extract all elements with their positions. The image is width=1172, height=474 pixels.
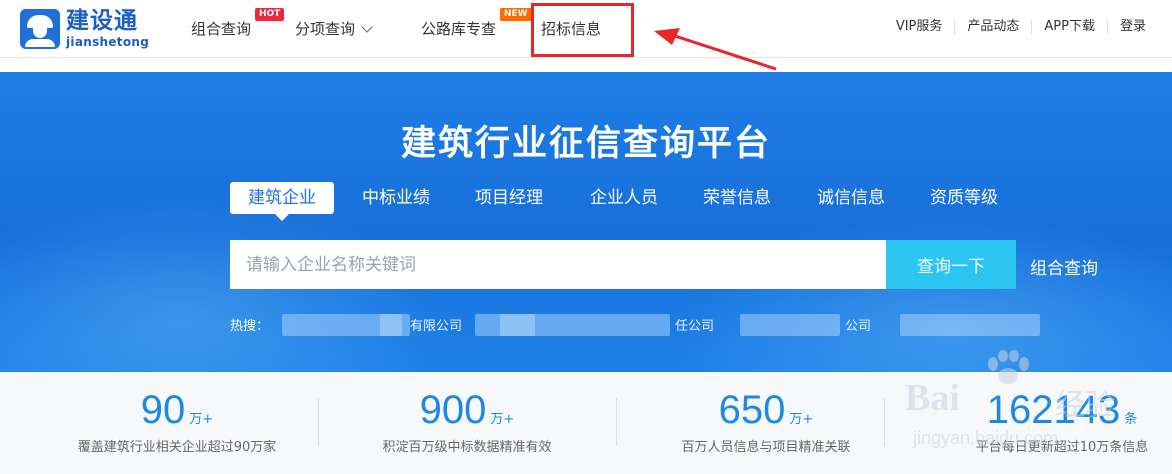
search-bar: 查询一下 xyxy=(230,240,1016,289)
stat-number: 90 xyxy=(140,388,186,432)
blurred-text xyxy=(500,314,670,336)
divider xyxy=(616,398,617,446)
site-logo[interactable]: 建设通 jianshetong xyxy=(20,8,149,50)
watermark-url: jingyan.baidu.com xyxy=(913,428,1059,448)
logo-cn-text: 建设通 xyxy=(66,8,138,34)
nav-app-download[interactable]: APP下载 xyxy=(1031,20,1107,34)
stat-unit: 万+ xyxy=(789,412,814,427)
right-nav: VIP服务 产品动态 APP下载 登录 xyxy=(884,20,1158,34)
stat-people: 650 万+ 百万人员信息与项目精准关联 xyxy=(651,390,881,455)
divider xyxy=(884,398,885,446)
worker-helmet-icon xyxy=(20,9,60,49)
hot-search-item[interactable]: 公司 xyxy=(845,315,871,334)
stat-number: 900 xyxy=(419,388,487,432)
stat-bids: 900 万+ 积淀百万级中标数据精准有效 xyxy=(352,390,582,455)
top-nav-bar: 建设通 jianshetong 组合查询 HOT 分项查询 公路库专查 NEW … xyxy=(0,0,1172,71)
tab-construction-company[interactable]: 建筑企业 xyxy=(230,182,334,221)
hero-title: 建筑行业征信查询平台 xyxy=(400,124,771,164)
nav-login[interactable]: 登录 xyxy=(1106,20,1158,34)
tab-project-manager[interactable]: 项目经理 xyxy=(475,182,543,214)
search-button[interactable]: 查询一下 xyxy=(886,240,1016,289)
baidu-watermark: Bai 经验 jingyan.baidu.com xyxy=(905,340,1165,470)
divider xyxy=(318,398,319,446)
tab-company-staff[interactable]: 企业人员 xyxy=(590,182,658,214)
annotation-arrow-icon xyxy=(654,28,777,71)
new-badge: NEW xyxy=(500,8,532,21)
nav-sub-query[interactable]: 分项查询 xyxy=(295,18,373,39)
nav-combo-query[interactable]: 组合查询 xyxy=(191,18,251,39)
hot-search-label: 热搜： xyxy=(230,319,270,334)
stat-unit: 万+ xyxy=(189,412,214,427)
tab-honor-info[interactable]: 荣誉信息 xyxy=(703,182,771,214)
baidu-paw-icon xyxy=(988,350,1029,384)
watermark-brand-cn: 经验 xyxy=(1055,388,1115,423)
chevron-down-icon xyxy=(361,21,373,33)
stat-companies: 90 万+ 覆盖建筑行业相关企业超过90万家 xyxy=(62,390,292,455)
nav-road-library[interactable]: 公路库专查 xyxy=(421,18,496,39)
logo-en-text: jianshetong xyxy=(66,35,150,49)
search-input[interactable] xyxy=(230,240,886,289)
combo-query-link[interactable]: 组合查询 xyxy=(1030,254,1098,279)
stat-description: 百万人员信息与项目精准关联 xyxy=(681,440,851,455)
stat-description: 覆盖建筑行业相关企业超过90万家 xyxy=(77,440,277,455)
hot-badge: HOT xyxy=(255,8,285,21)
stat-number: 650 xyxy=(718,388,786,432)
tab-credit-info[interactable]: 诚信信息 xyxy=(817,182,885,214)
watermark-brand: Bai xyxy=(905,377,960,419)
nav-sub-query-label: 分项查询 xyxy=(295,20,356,38)
stat-description: 积淀百万级中标数据精准有效 xyxy=(382,440,552,455)
hot-search-item[interactable]: 有限公司 xyxy=(410,315,462,334)
nav-product-news[interactable]: 产品动态 xyxy=(954,20,1031,34)
hero-banner: 建筑行业征信查询平台 建筑企业 中标业绩 项目经理 企业人员 荣誉信息 诚信信息… xyxy=(0,72,1172,372)
stat-unit: 万+ xyxy=(490,412,515,427)
tab-qualification-level[interactable]: 资质等级 xyxy=(930,182,998,214)
highlight-box xyxy=(531,3,634,57)
tab-bid-performance[interactable]: 中标业绩 xyxy=(362,182,430,214)
hot-search-item[interactable]: 任公司 xyxy=(675,315,714,334)
nav-vip-service[interactable]: VIP服务 xyxy=(884,20,955,34)
blurred-text xyxy=(740,314,840,336)
blurred-text xyxy=(380,314,410,336)
blurred-text xyxy=(900,314,1040,336)
